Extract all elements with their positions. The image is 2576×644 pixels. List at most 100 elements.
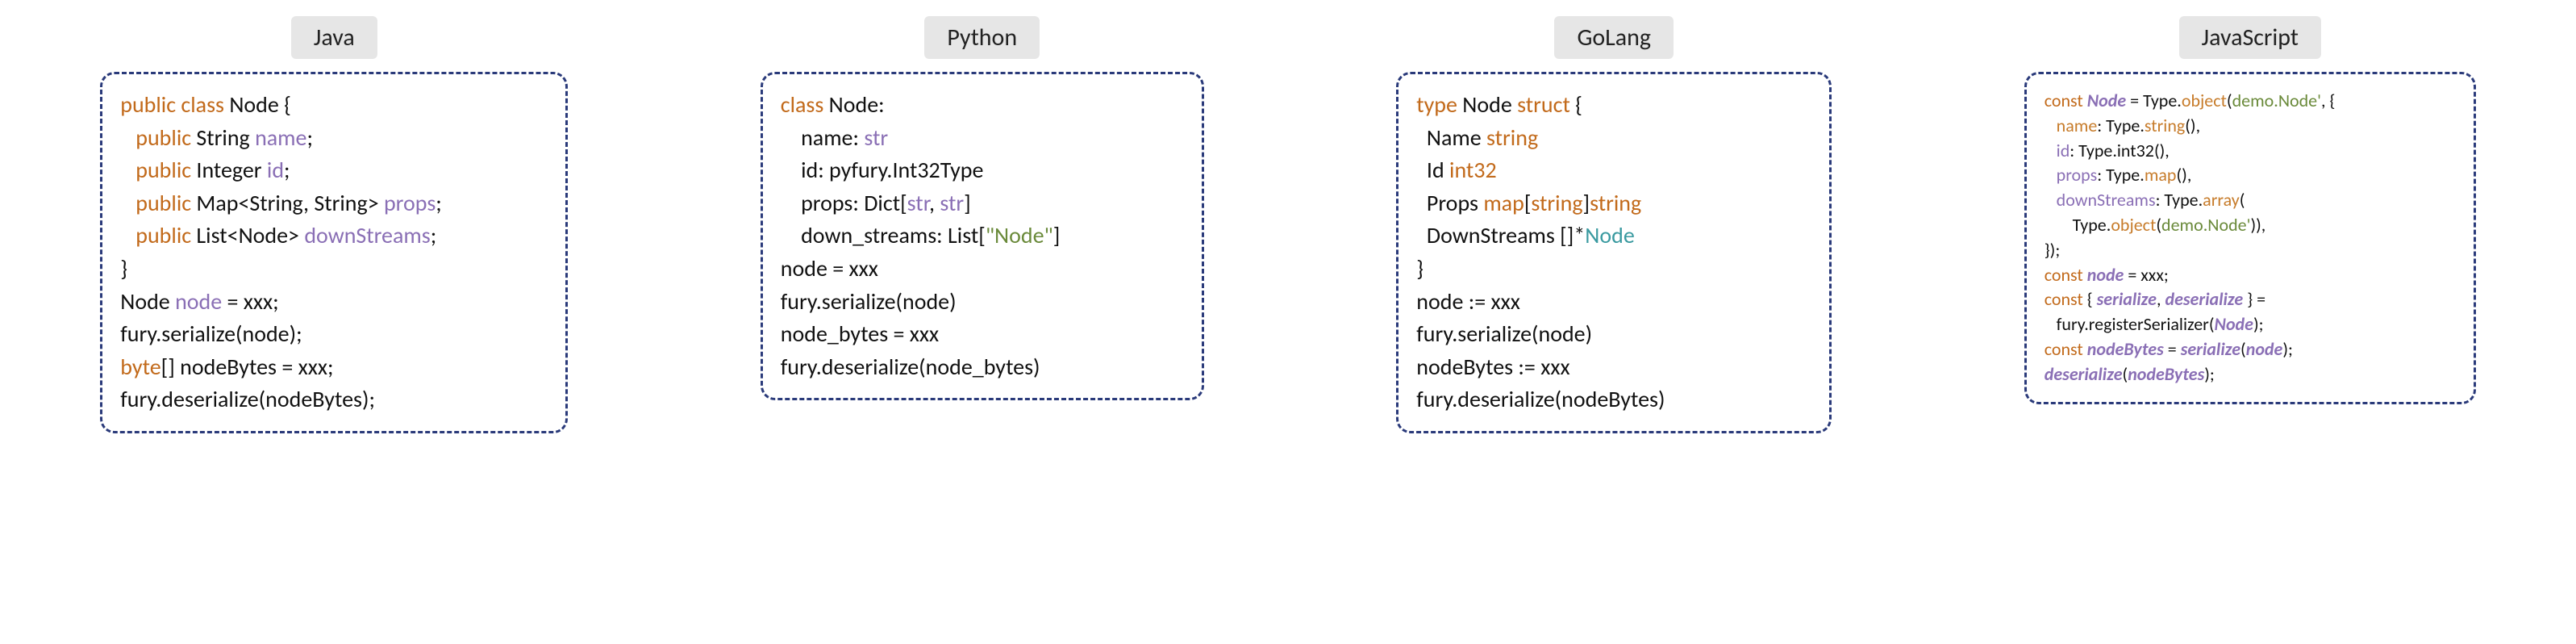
code-token: public [126, 189, 191, 217]
code-token: serialize [2097, 288, 2157, 310]
code-token: Node [1585, 221, 1634, 249]
code-token: str [907, 189, 929, 217]
code-token: props [2057, 164, 2098, 186]
code-line: fury.deserialize(node_bytes) [781, 351, 1184, 384]
language-label: Java [291, 16, 377, 59]
code-token: Node [1457, 90, 1517, 119]
code-token: (), [2176, 164, 2191, 186]
code-line: props: Dict[str, str] [781, 187, 1184, 220]
code-box: public class Node { public String name; … [100, 72, 568, 433]
code-line: props: Type.map(), [2045, 163, 2456, 188]
code-token: object [2182, 90, 2227, 111]
code-token: map [1483, 189, 1524, 217]
code-line: public Map<String, String> props; [120, 187, 548, 220]
code-token: String [191, 123, 255, 152]
code-token: str [864, 123, 888, 152]
code-line: fury.deserialize(nodeBytes) [1416, 383, 1811, 416]
code-token: : Type.int32(), [2070, 140, 2170, 161]
code-token: , { [2321, 90, 2335, 111]
code-token: demo.Node' [2232, 90, 2321, 111]
code-token: struct [1517, 90, 1570, 119]
code-token: id [267, 156, 284, 184]
code-line: } [1416, 253, 1811, 286]
code-token: } [120, 254, 127, 282]
code-box: const Node = Type.object(demo.Node', { n… [2024, 72, 2476, 404]
code-token: byte [120, 353, 160, 381]
code-token: = [2164, 338, 2181, 360]
language-label: GoLang [1554, 16, 1674, 59]
code-line: fury.registerSerializer(Node); [2045, 312, 2456, 337]
code-token: = xxx; [222, 287, 278, 316]
code-line: node := xxx [1416, 286, 1811, 319]
code-token: ] [1583, 189, 1590, 217]
code-line: public class Node { [120, 89, 548, 122]
code-line: Type.object(demo.Node')), [2045, 213, 2456, 238]
code-panel-python: Pythonclass Node: name: str id: pyfury.I… [761, 16, 1204, 400]
code-token: id [2057, 140, 2070, 161]
code-token: deserialize [2165, 288, 2243, 310]
code-token: nodeBytes [2087, 338, 2164, 360]
code-token: ( [2227, 90, 2232, 111]
code-token: fury.deserialize(nodeBytes) [1416, 385, 1665, 413]
code-token: Node [2215, 313, 2253, 335]
code-token: } [1416, 254, 1423, 282]
code-token: { [2083, 288, 2097, 310]
code-line: const { serialize, deserialize } = [2045, 287, 2456, 312]
code-token: name: [781, 123, 865, 152]
code-token [2045, 115, 2057, 136]
code-line: Name string [1416, 122, 1811, 155]
code-line: const Node = Type.object(demo.Node', { [2045, 89, 2456, 114]
code-token: public [126, 123, 191, 152]
code-panel-java: Java public class Node { public String na… [100, 16, 568, 433]
code-token: node [2246, 338, 2283, 360]
code-token: id: pyfury.Int32Type [781, 156, 984, 184]
code-token: fury.deserialize(node_bytes) [781, 353, 1040, 381]
code-token: Props [1416, 189, 1483, 217]
code-token: ); [2282, 338, 2293, 360]
code-line: DownStreams []*Node [1416, 220, 1811, 253]
code-token: (), [2185, 115, 2200, 136]
code-token: : Type. [2156, 189, 2203, 211]
code-line: deserialize(nodeBytes); [2045, 362, 2456, 387]
code-token: List<Node> [191, 221, 304, 249]
code-token: = Type. [2126, 90, 2182, 111]
code-token: downStreams [2057, 189, 2156, 211]
code-token: serialize [2181, 338, 2240, 360]
code-token: node [2087, 264, 2124, 286]
code-token: Node [120, 287, 175, 316]
code-token: down_streams: List[ [781, 221, 986, 249]
code-line: } [120, 253, 548, 286]
code-token: string [1590, 189, 1641, 217]
code-token: public [126, 156, 191, 184]
code-token: ; [436, 189, 442, 217]
code-line: node = xxx [781, 253, 1184, 286]
code-line: public List<Node> downStreams; [120, 220, 548, 253]
code-line: downStreams: Type.array( [2045, 188, 2456, 213]
code-line: public String name; [120, 122, 548, 155]
code-token: ( [2240, 338, 2246, 360]
code-token: int32 [1449, 156, 1497, 184]
code-token: Type. [2045, 214, 2111, 236]
code-token: node [175, 287, 222, 316]
code-token: fury.serialize(node); [120, 320, 302, 348]
language-label: JavaScript [2179, 16, 2321, 59]
code-line: Node node = xxx; [120, 286, 548, 319]
code-token: string [2145, 115, 2185, 136]
code-token: deserialize [2045, 363, 2123, 385]
code-line: const nodeBytes = serialize(node); [2045, 337, 2456, 362]
code-line: name: str [781, 122, 1184, 155]
code-token: nodeBytes [2128, 363, 2204, 385]
code-token: downStreams [304, 221, 430, 249]
code-token: } = [2243, 288, 2265, 310]
code-token: class [781, 90, 824, 119]
code-token: [] nodeBytes = xxx; [161, 353, 334, 381]
code-line: fury.serialize(node) [1416, 318, 1811, 351]
code-line: down_streams: List["Node"] [781, 220, 1184, 253]
code-token: type [1416, 90, 1457, 119]
code-token: fury.deserialize(nodeBytes); [120, 385, 375, 413]
code-token: demo.Node' [2161, 214, 2250, 236]
code-token: : Type. [2097, 164, 2145, 186]
code-line: }); [2045, 238, 2456, 263]
code-box: type Node struct { Name string Id int32 … [1396, 72, 1832, 433]
code-token: , [2157, 288, 2165, 310]
